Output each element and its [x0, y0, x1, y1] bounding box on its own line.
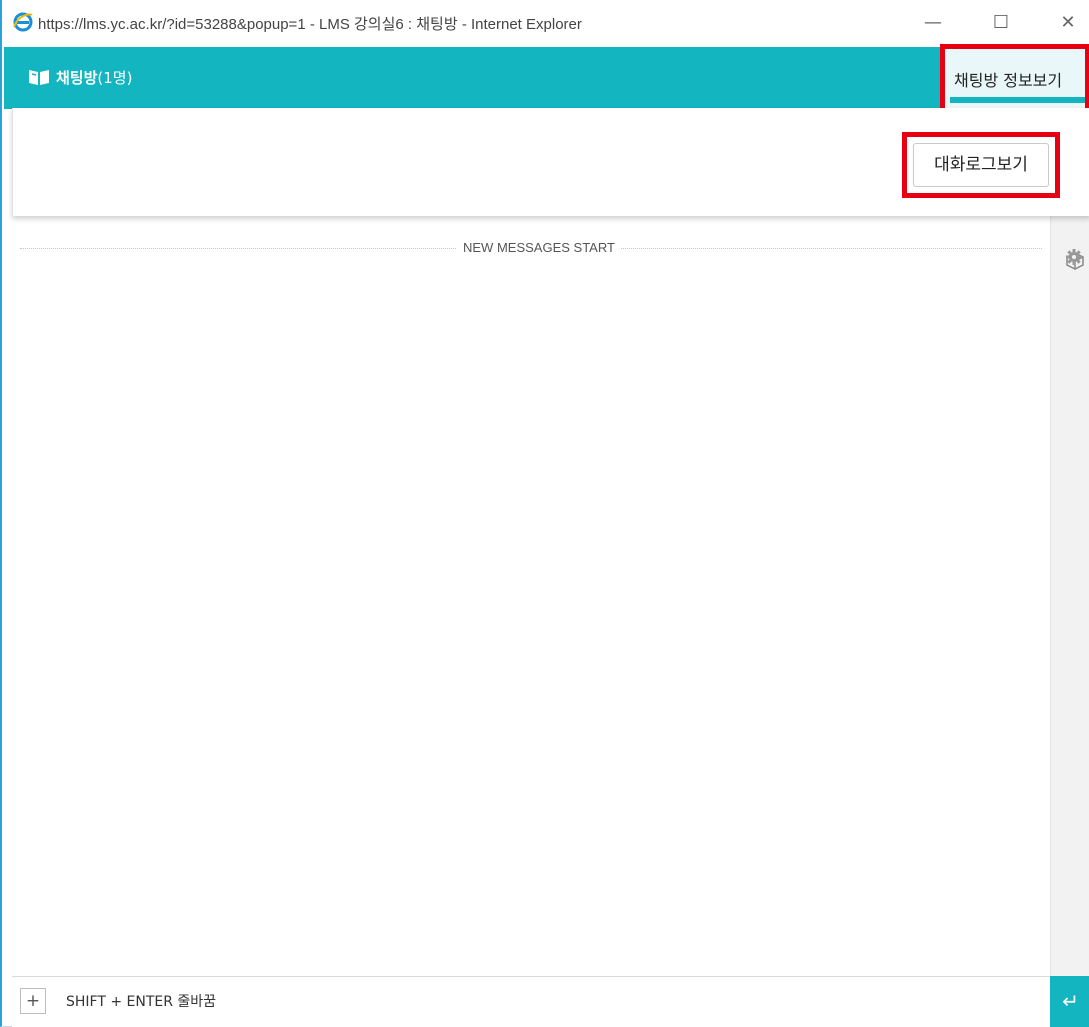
new-messages-divider: NEW MESSAGES START — [20, 238, 1042, 258]
chat-room-title: 채팅방(1명) — [56, 67, 132, 88]
internet-explorer-icon — [13, 12, 33, 32]
send-button[interactable]: ↵ — [1050, 976, 1089, 1027]
member-count: (1명) — [97, 69, 133, 87]
gear-icon[interactable] — [1064, 247, 1084, 267]
chat-input-bar: + — [12, 976, 1050, 1027]
room-name: 채팅방 — [56, 69, 98, 87]
browser-window: https://lms.yc.ac.kr/?id=53288&popup=1 -… — [0, 0, 1089, 1027]
active-tab-indicator — [950, 97, 1085, 103]
window-titlebar: https://lms.yc.ac.kr/?id=53288&popup=1 -… — [2, 0, 1089, 46]
chat-message-input[interactable] — [64, 986, 1008, 1018]
new-messages-label: NEW MESSAGES START — [457, 240, 621, 255]
side-rail — [1050, 216, 1089, 976]
book-icon — [29, 70, 49, 85]
room-info-label: 채팅방 정보보기 — [954, 71, 1063, 90]
attach-button[interactable]: + — [20, 988, 46, 1014]
window-title: https://lms.yc.ac.kr/?id=53288&popup=1 -… — [38, 16, 582, 33]
chat-header: 채팅방(1명) — [4, 47, 1089, 109]
close-button[interactable]: ✕ — [1045, 8, 1089, 38]
minimize-button[interactable]: — — [910, 8, 956, 38]
chat-log-label: 대화로그보기 — [913, 143, 1049, 187]
message-area[interactable] — [12, 216, 1050, 976]
maximize-button[interactable]: ☐ — [978, 8, 1024, 38]
chat-log-button[interactable]: 대화로그보기 — [902, 132, 1060, 198]
room-info-button[interactable]: 채팅방 정보보기 — [940, 44, 1089, 114]
